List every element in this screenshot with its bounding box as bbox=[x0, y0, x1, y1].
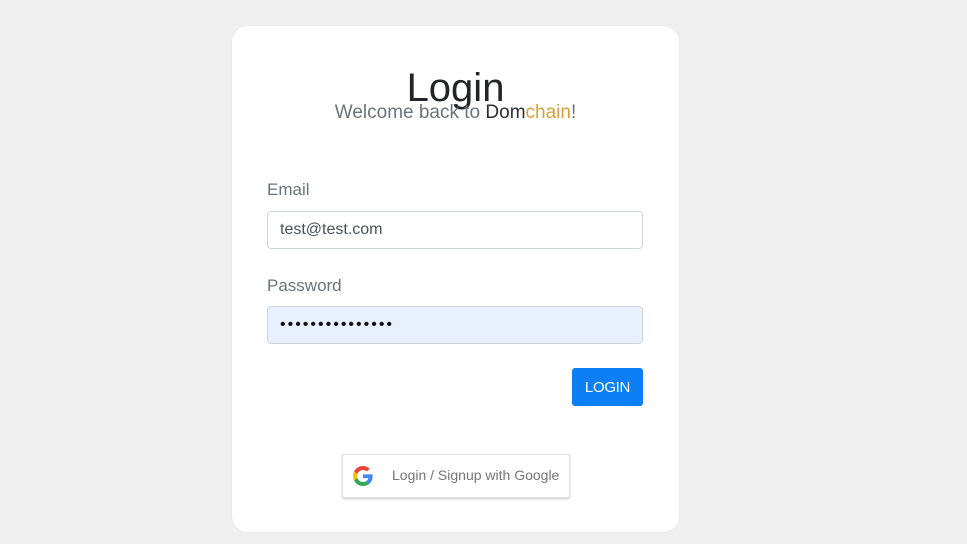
login-button[interactable]: LOGIN bbox=[572, 368, 643, 406]
welcome-subtitle: Welcome back to Domchain! bbox=[232, 102, 679, 124]
welcome-prefix: Welcome back to bbox=[334, 102, 486, 123]
welcome-suffix: ! bbox=[570, 102, 577, 123]
google-g-icon bbox=[353, 466, 373, 486]
google-button-label: Login / Signup with Google bbox=[392, 467, 560, 483]
login-card: Login Welcome back to Domchain! Email Pa… bbox=[232, 26, 679, 532]
brand-name-part1: Dom bbox=[485, 102, 526, 123]
google-login-button[interactable]: Login / Signup with Google bbox=[342, 454, 570, 498]
password-label: Password bbox=[267, 276, 342, 295]
email-field[interactable] bbox=[267, 211, 643, 249]
email-label: Email bbox=[267, 180, 310, 199]
password-field[interactable] bbox=[267, 306, 643, 344]
brand-name-part2: chain bbox=[525, 102, 571, 123]
